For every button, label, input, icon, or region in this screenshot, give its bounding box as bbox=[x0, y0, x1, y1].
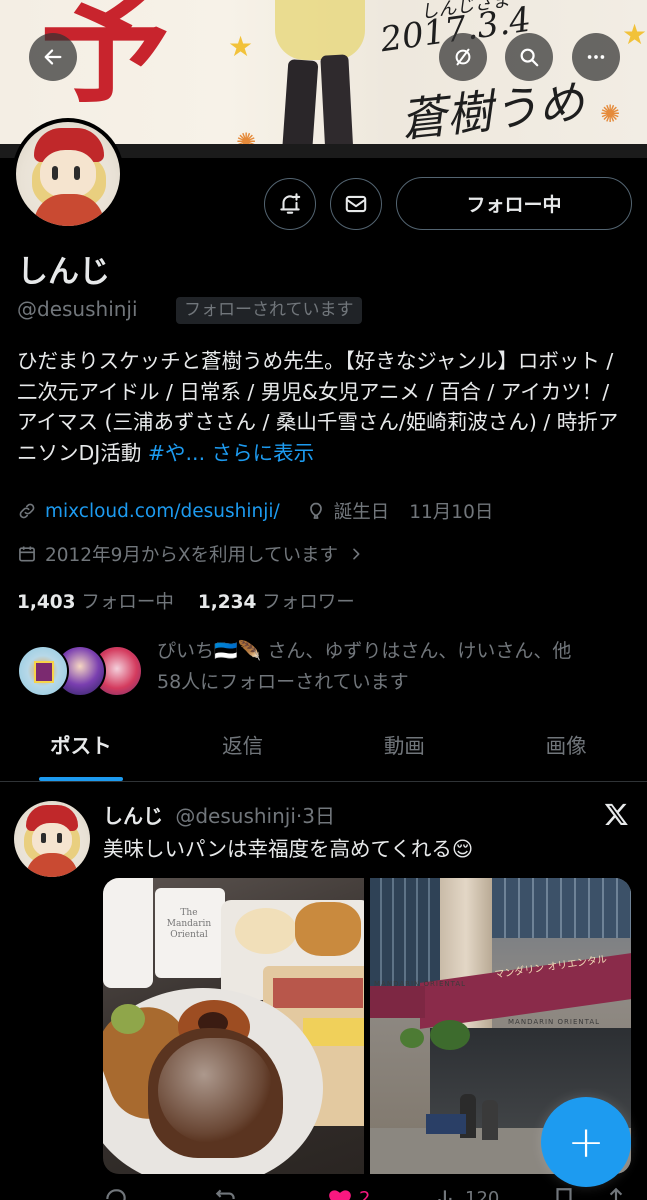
joined-row[interactable]: 2012年9月からXを利用しています bbox=[17, 541, 372, 567]
following-count: 1,403 bbox=[17, 592, 76, 613]
post-action-bar: 2 120 bbox=[103, 1186, 631, 1200]
bio-text: ひだまりスケッチと蒼樹うめ先生。【好きなジャンル】ロボット / 二次元アイドル … bbox=[17, 349, 619, 465]
bell-plus-icon bbox=[280, 193, 301, 214]
tab-posts[interactable]: ポスト bbox=[0, 720, 162, 781]
followers-count: 1,234 bbox=[197, 592, 257, 613]
plus-icon: + bbox=[567, 1116, 605, 1168]
tab-replies[interactable]: 返信 bbox=[162, 720, 324, 781]
repost-icon[interactable] bbox=[213, 1186, 239, 1200]
calendar-icon bbox=[19, 546, 35, 562]
followed-by-avatars[interactable] bbox=[17, 645, 147, 699]
profile-avatar[interactable] bbox=[12, 118, 124, 230]
notifications-subscribe-button[interactable] bbox=[264, 178, 316, 230]
post-author-name[interactable]: しんじ bbox=[103, 804, 163, 828]
grok-icon bbox=[455, 48, 471, 66]
follow-counts: 1,403 フォロー中 1,234 フォロワー bbox=[17, 588, 355, 614]
compose-post-button[interactable]: + bbox=[541, 1097, 631, 1187]
profile-name: しんじ bbox=[17, 254, 110, 290]
more-button[interactable] bbox=[572, 33, 620, 81]
search-button[interactable] bbox=[505, 33, 553, 81]
banner-signature-name: 蒼樹うめ bbox=[397, 74, 587, 148]
followed-by-line-1: ぴいち🇪🇪🪶 さん、ゆずりはさん、けいさん、他 bbox=[157, 640, 572, 662]
search-icon bbox=[520, 48, 539, 67]
like-heart-icon[interactable] bbox=[327, 1186, 353, 1200]
followed-by-text[interactable]: ぴいち🇪🇪🪶 さん、ゆずりはさん、けいさん、他 58人にフォローされています bbox=[157, 636, 627, 698]
bio-hashtag-link[interactable]: #や... bbox=[148, 441, 205, 465]
reply-icon[interactable] bbox=[103, 1186, 129, 1200]
banner-star-decoration: ★ bbox=[228, 30, 254, 63]
profile-meta-row: mixcloud.com/desushinji/ 誕生日 11月10日 bbox=[17, 498, 493, 524]
like-count: 2 bbox=[359, 1188, 371, 1200]
more-icon bbox=[587, 55, 605, 59]
post-author-handle[interactable]: @desushinji bbox=[175, 804, 296, 828]
message-button[interactable] bbox=[330, 178, 382, 230]
active-tab-indicator bbox=[38, 777, 123, 781]
tab-label: 画像 bbox=[545, 734, 587, 758]
profile-handle: @desushinji bbox=[17, 297, 138, 321]
view-count: 120 bbox=[465, 1188, 500, 1200]
grok-button[interactable] bbox=[439, 33, 487, 81]
store-sign: MANDARIN ORIENTAL bbox=[508, 1018, 601, 1026]
tab-images[interactable]: 画像 bbox=[485, 720, 647, 781]
following-label: フォロー中 bbox=[81, 592, 174, 613]
x-logo-icon bbox=[604, 803, 628, 825]
banner-star-decoration: ★ bbox=[622, 18, 647, 51]
banner-character-legs bbox=[275, 0, 365, 158]
chevron-right-icon bbox=[353, 548, 360, 560]
tab-label: 動画 bbox=[383, 734, 425, 758]
link-icon bbox=[19, 503, 35, 519]
tab-videos[interactable]: 動画 bbox=[324, 720, 486, 781]
back-button[interactable] bbox=[29, 33, 77, 81]
balloon-icon bbox=[309, 502, 322, 519]
follows-you-badge: フォローされています bbox=[176, 297, 362, 324]
birthday-value: 11月10日 bbox=[409, 502, 494, 523]
profile-website-link[interactable]: mixcloud.com/desushinji/ bbox=[45, 501, 280, 522]
joined-date: 2012年9月からXを利用しています bbox=[45, 545, 338, 566]
tab-label: ポスト bbox=[50, 734, 112, 758]
envelope-icon bbox=[345, 195, 367, 213]
following-button[interactable]: フォロー中 bbox=[396, 177, 632, 230]
post-author-avatar[interactable] bbox=[14, 801, 90, 877]
views-icon[interactable] bbox=[433, 1186, 459, 1200]
post-image-bread[interactable]: The Mandarin Oriental bbox=[103, 878, 364, 1174]
follower-avatar bbox=[17, 645, 69, 697]
cup-printed-text: The Mandarin Oriental bbox=[166, 908, 212, 940]
post-text: 美味しいパンは幸福度を高めてくれる😌 bbox=[103, 837, 474, 861]
store-sign-left: MANDARIN ORIENTAL bbox=[374, 980, 467, 988]
tab-label: 返信 bbox=[222, 734, 264, 758]
birthday-label: 誕生日 bbox=[333, 502, 390, 523]
followers-count-link[interactable]: 1,234 フォロワー bbox=[198, 592, 355, 613]
profile-tabs: ポスト 返信 動画 画像 bbox=[0, 720, 647, 782]
bookmark-icon[interactable] bbox=[551, 1186, 577, 1200]
back-arrow-icon bbox=[44, 49, 62, 65]
share-icon[interactable] bbox=[603, 1186, 629, 1200]
profile-bio: ひだまりスケッチと蒼樹うめ先生。【好きなジャンル】ロボット / 二次元アイドル … bbox=[17, 346, 632, 468]
banner-sun-decoration: ✺ bbox=[600, 100, 621, 128]
followers-label: フォロワー bbox=[262, 592, 355, 613]
followed-by-line-2: 58人にフォローされています bbox=[157, 671, 409, 693]
post-timestamp[interactable]: 3日 bbox=[302, 804, 335, 828]
post-header: しんじ @desushinji·3日 bbox=[103, 800, 335, 829]
following-count-link[interactable]: 1,403 フォロー中 bbox=[17, 592, 174, 613]
bio-show-more-link[interactable]: さらに表示 bbox=[212, 441, 315, 465]
